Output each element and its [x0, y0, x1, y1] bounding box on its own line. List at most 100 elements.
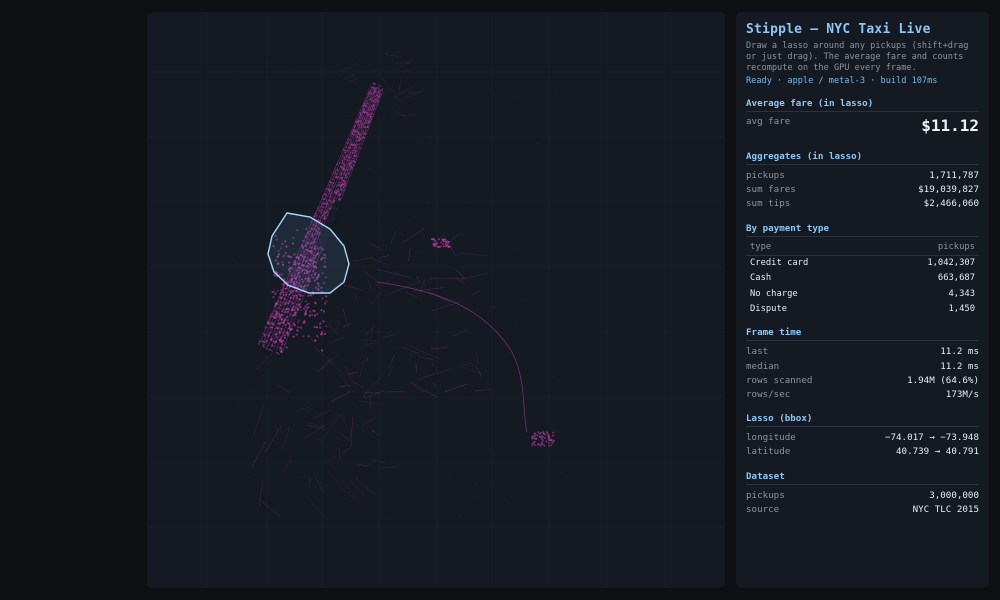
street-trace: [476, 351, 479, 364]
stat-value: 11.2 ms: [940, 360, 979, 372]
street-trace: [340, 414, 348, 429]
stat-value: 3,000,000: [929, 489, 979, 501]
street-trace: [398, 85, 401, 92]
street-trace: [461, 384, 466, 390]
street-trace: [402, 228, 425, 243]
street-trace: [335, 436, 342, 441]
street-trace: [467, 368, 485, 375]
street-trace: [304, 425, 325, 439]
street-trace: [406, 63, 411, 65]
street-trace: [471, 290, 480, 296]
street-trace: [341, 445, 352, 455]
column-header-pickups: pickups: [872, 240, 979, 256]
table-row: Cash 663,687: [746, 271, 979, 286]
street-trace: [313, 409, 333, 418]
street-trace: [412, 287, 445, 292]
stat-row-pickups: pickups 1,711,787: [746, 169, 979, 183]
street-trace: [385, 85, 400, 96]
street-trace: [361, 417, 376, 426]
street-trace: [277, 384, 290, 393]
street-trace: [380, 255, 389, 258]
lasso-selection[interactable]: [267, 212, 350, 294]
street-trace: [363, 270, 383, 286]
street-trace: [342, 480, 357, 500]
map-grid: [147, 12, 725, 588]
pickup-points: [236, 50, 565, 521]
payment-type: Cash: [750, 273, 772, 284]
street-trace: [443, 387, 451, 393]
stat-row-rows-per-sec: rows/sec 173M/s: [746, 388, 979, 402]
street-trace: [408, 247, 411, 262]
payment-pickups: 1,042,307: [927, 258, 975, 269]
street-trace: [415, 363, 417, 374]
street-trace: [369, 243, 384, 252]
pickup-density-plot[interactable]: [147, 12, 725, 588]
street-trace: [349, 378, 364, 388]
lasso-heading: Lasso (bbox): [746, 413, 979, 428]
street-trace: [297, 407, 309, 411]
table-row: No charge 4,343: [746, 286, 979, 301]
street-trace: [393, 110, 406, 118]
street-trace: [323, 454, 338, 465]
stat-value: $2,466,060: [923, 198, 979, 210]
street-trace: [348, 371, 358, 375]
stat-row-median: median 11.2 ms: [746, 360, 979, 374]
street-trace: [316, 359, 330, 373]
stat-value: 1.94M (64.6%): [907, 374, 979, 386]
street-trace: [387, 365, 394, 378]
street-trace: [342, 385, 351, 393]
stat-row-sum-fares: sum fares $19,039,827: [746, 183, 979, 197]
avg-fare-row: avg fare $11.12: [746, 116, 979, 140]
stat-label: source: [746, 503, 780, 515]
street-trace: [452, 328, 469, 337]
stat-value: 11.2 ms: [940, 346, 979, 358]
street-trace: [359, 359, 364, 377]
stat-row-rows-scanned: rows scanned 1.94M (64.6%): [746, 374, 979, 388]
street-trace: [343, 308, 348, 324]
street-trace: [343, 364, 351, 379]
stat-label: longitude: [746, 432, 796, 444]
instructions-text: Draw a lasso around any pickups (shift+d…: [746, 41, 969, 73]
street-trace: [306, 496, 327, 518]
frame-time-heading: Frame time: [746, 327, 979, 342]
street-trace: [433, 382, 437, 388]
map-canvas[interactable]: [147, 12, 725, 588]
street-trace: [459, 253, 490, 257]
street-trace: [329, 336, 345, 344]
frame-time-list: last 11.2 ms median 11.2 ms rows scanned 1.…: [746, 345, 979, 402]
stat-row-source: source NYC TLC 2015: [746, 503, 979, 517]
street-trace: [366, 357, 369, 361]
street-trace: [314, 346, 333, 364]
street-trace: [385, 53, 399, 57]
street-trace: [388, 353, 396, 370]
lasso-bbox-list: longitude −74.017 → −73.948 latitude 40.73…: [746, 431, 979, 459]
table-header-row: type pickups: [746, 240, 979, 256]
avg-fare-value: $11.12: [921, 116, 979, 135]
street-trace: [339, 433, 348, 440]
street-trace: [349, 430, 352, 443]
stat-row-longitude: longitude −74.017 → −73.948: [746, 431, 979, 445]
lasso-polygon[interactable]: [267, 212, 350, 294]
street-trace: [260, 500, 281, 517]
stat-value: −74.017 → −73.948: [884, 432, 979, 444]
street-trace: [407, 91, 424, 95]
street-trace: [368, 280, 372, 291]
stat-label: rows/sec: [746, 388, 791, 400]
app-title: Stipple — NYC Taxi Live: [746, 22, 931, 37]
street-trace: [313, 474, 325, 494]
street-trace: [309, 478, 311, 490]
stat-value: 173M/s: [945, 388, 979, 400]
street-trace: [430, 361, 438, 371]
street-trace: [409, 381, 438, 398]
street-trace: [444, 383, 468, 393]
street-trace: [379, 466, 398, 469]
street-trace: [358, 400, 378, 404]
street-trace: [327, 360, 345, 375]
street-trace: [357, 464, 370, 466]
street-trace: [405, 291, 418, 298]
street-trace: [347, 78, 358, 82]
street-trace: [370, 324, 374, 340]
street-trace: [382, 333, 397, 339]
street-trace: [264, 425, 282, 453]
street-trace: [389, 281, 421, 294]
